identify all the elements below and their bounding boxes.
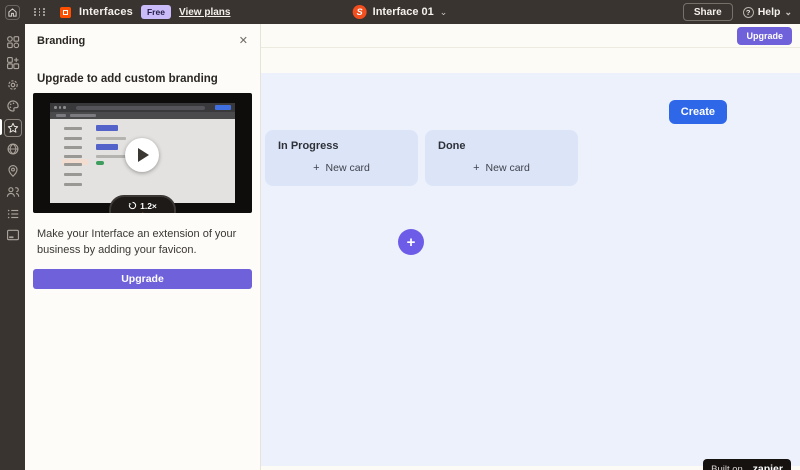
sidebar-item-location[interactable] — [0, 160, 25, 182]
kanban-column-done[interactable]: Done + New card — [425, 130, 578, 186]
chevron-down-icon: ⌄ — [784, 7, 792, 17]
sidebar-item-blocks[interactable] — [0, 31, 25, 53]
new-card-button[interactable]: + New card — [438, 162, 565, 174]
main-toolbar: Upgrade — [261, 24, 800, 48]
new-card-label: New card — [325, 162, 370, 174]
new-card-button[interactable]: + New card — [278, 162, 405, 174]
users-icon — [6, 187, 19, 198]
chevron-down-icon: ⌄ — [439, 7, 448, 17]
sidebar-item-branding[interactable] — [0, 117, 25, 139]
panel-description: Make your Interface an extension of your… — [37, 228, 237, 256]
close-icon[interactable]: ✕ — [239, 34, 248, 47]
plus-icon: + — [313, 162, 320, 174]
sidebar-item-footer[interactable] — [0, 225, 25, 247]
sidebar-item-theme[interactable] — [0, 96, 25, 118]
video-thumbnail[interactable]: 1.2× 45 sec 38 sec — [33, 93, 252, 213]
app-name: Interfaces — [79, 6, 133, 18]
built-on-zapier-badge[interactable]: Built on _zapier — [703, 459, 791, 470]
branding-panel: Branding ✕ Upgrade to add custom brandin… — [25, 24, 261, 470]
left-icon-rail — [0, 24, 25, 470]
column-title: Done — [438, 140, 466, 152]
map-pin-icon — [7, 164, 18, 177]
play-button[interactable] — [125, 138, 159, 172]
interface-title: Interface 01 — [372, 6, 434, 18]
sidebar-item-domain[interactable] — [0, 139, 25, 161]
sidebar-item-settings[interactable] — [0, 74, 25, 96]
original-duration: 45 sec — [113, 212, 135, 214]
reduced-duration: 38 sec — [149, 212, 172, 214]
kanban-column-in-progress[interactable]: In Progress + New card — [265, 130, 418, 186]
create-button[interactable]: Create — [668, 100, 727, 124]
footer-panel-icon — [6, 229, 19, 241]
sidebar-item-add-page[interactable] — [0, 53, 25, 75]
view-plans-link[interactable]: View plans — [179, 7, 231, 18]
globe-icon — [7, 143, 18, 155]
kanban-board: In Progress + New card Done + New card — [265, 130, 578, 186]
plus-icon: + — [473, 162, 480, 174]
main-area: Upgrade Create In Progress + New card Don… — [261, 24, 800, 470]
plan-badge: Free — [140, 5, 171, 19]
zapier-wordmark: zapier — [752, 463, 783, 470]
interface-logo-icon: S — [352, 5, 367, 19]
gear-icon — [7, 79, 18, 90]
home-button[interactable] — [5, 4, 20, 20]
panel-upgrade-button[interactable]: Upgrade — [33, 269, 252, 289]
playback-speed-pill: 1.2× 45 sec 38 sec — [109, 195, 176, 213]
badge-prefix: Built on — [711, 463, 743, 470]
interface-switcher[interactable]: S Interface 01 ⌄ — [352, 5, 448, 19]
star-icon — [7, 122, 18, 133]
replay-icon — [128, 201, 137, 210]
zapier-logo: _zapier — [747, 463, 783, 470]
help-icon: ? — [742, 6, 754, 18]
help-label: Help — [757, 6, 781, 18]
interfaces-logo-icon — [60, 6, 71, 18]
sidebar-item-users[interactable] — [0, 182, 25, 204]
home-icon — [8, 7, 17, 17]
lightning-icon — [141, 211, 143, 213]
share-button[interactable]: Share — [682, 3, 733, 21]
add-component-button[interactable]: + — [398, 229, 424, 255]
play-icon — [138, 148, 149, 162]
interface-canvas: Create In Progress + New card Done + New c… — [261, 73, 800, 470]
top-header: Interfaces Free View plans S Interface 0… — [0, 0, 800, 24]
palette-icon — [6, 100, 19, 112]
app-switcher-icon[interactable] — [34, 7, 46, 17]
panel-title: Branding — [37, 34, 86, 47]
speed-label: 1.2× — [140, 200, 157, 211]
toolbar-upgrade-button[interactable]: Upgrade — [737, 26, 792, 45]
sidebar-item-list[interactable] — [0, 203, 25, 225]
list-icon — [7, 209, 18, 219]
column-title: In Progress — [278, 140, 339, 152]
help-menu[interactable]: ? Help ⌄ — [742, 6, 792, 18]
blocks-icon — [6, 35, 19, 48]
new-card-label: New card — [485, 162, 530, 174]
add-page-icon — [6, 57, 19, 70]
panel-heading: Upgrade to add custom branding — [37, 73, 218, 85]
